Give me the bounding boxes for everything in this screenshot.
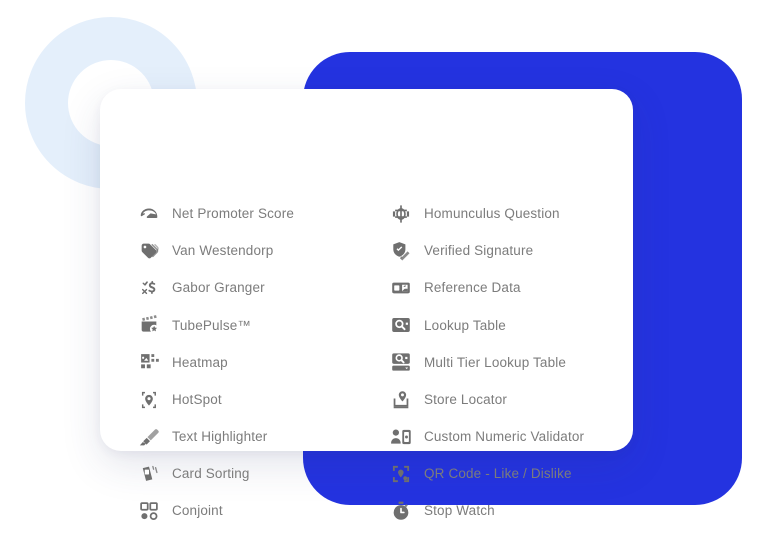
menu-column-right: Homunculus Question Verified Signature Ref… [390, 89, 620, 520]
menu-item-label: Gabor Granger [172, 280, 265, 296]
homunculus-icon [390, 203, 412, 225]
menu-item-heatmap[interactable]: Heatmap [138, 349, 228, 375]
speedometer-icon [138, 203, 160, 225]
store-locator-icon [390, 389, 412, 411]
menu-item-label: Verified Signature [424, 243, 534, 259]
stopwatch-icon [390, 500, 412, 522]
menu-item-reference-data[interactable]: Reference Data [390, 275, 521, 301]
menu-item-tubepulse[interactable]: TubePulse™ [138, 312, 251, 338]
menu-item-label: Net Promoter Score [172, 206, 294, 222]
numeric-validator-icon [390, 426, 412, 448]
menu-item-stop-watch[interactable]: Stop Watch [390, 498, 495, 524]
lookup-table-icon [390, 314, 412, 336]
menu-item-label: Lookup Table [424, 317, 506, 333]
menu-item-label: Conjoint [172, 503, 223, 519]
heatmap-grid-icon [138, 351, 160, 373]
hotspot-pin-icon [138, 389, 160, 411]
question-types-card: Net Promoter Score Van Westendorp Gabor Gr… [100, 89, 633, 520]
menu-item-label: Heatmap [172, 354, 228, 370]
dollar-checkmark-icon [138, 277, 160, 299]
menu-item-text-highlighter[interactable]: Text Highlighter [138, 424, 267, 450]
price-tags-icon [138, 240, 160, 262]
menu-item-label: Homunculus Question [424, 206, 560, 222]
verified-signature-icon [390, 240, 412, 262]
reference-data-icon [390, 277, 412, 299]
menu-item-label: Multi Tier Lookup Table [424, 354, 567, 370]
menu-item-multi-tier-lookup-table[interactable]: Multi Tier Lookup Table [390, 349, 566, 375]
menu-item-store-locator[interactable]: Store Locator [390, 387, 507, 413]
menu-item-label: QR Code - Like / Dislike [424, 465, 572, 481]
conjoint-squares-icon [138, 500, 160, 522]
menu-item-label: TubePulse™ [172, 317, 252, 333]
video-star-icon [138, 314, 160, 336]
card-stack-icon [138, 463, 160, 485]
menu-item-homunculus-question[interactable]: Homunculus Question [390, 201, 560, 227]
menu-item-label: Reference Data [424, 280, 521, 296]
menu-item-gabor-granger[interactable]: Gabor Granger [138, 275, 265, 301]
menu-item-net-promoter-score[interactable]: Net Promoter Score [138, 201, 294, 227]
menu-item-label: Custom Numeric Validator [424, 428, 585, 444]
menu-item-conjoint[interactable]: Conjoint [138, 498, 223, 524]
menu-item-custom-numeric-validator[interactable]: Custom Numeric Validator [390, 424, 584, 450]
menu-item-hotspot[interactable]: HotSpot [138, 387, 222, 413]
menu-item-lookup-table[interactable]: Lookup Table [390, 312, 506, 338]
menu-item-van-westendorp[interactable]: Van Westendorp [138, 238, 273, 264]
menu-item-label: Stop Watch [424, 503, 495, 519]
menu-item-verified-signature[interactable]: Verified Signature [390, 238, 533, 264]
highlighter-pen-icon [138, 426, 160, 448]
qr-code-icon [390, 463, 412, 485]
menu-item-label: Card Sorting [172, 465, 250, 481]
menu-item-label: Text Highlighter [172, 428, 268, 444]
menu-item-label: HotSpot [172, 391, 222, 407]
menu-item-label: Van Westendorp [172, 243, 274, 259]
menu-item-label: Store Locator [424, 391, 507, 407]
card-columns: Net Promoter Score Van Westendorp Gabor Gr… [100, 89, 633, 520]
multi-tier-lookup-icon [390, 351, 412, 373]
screenshot-stage: Net Promoter Score Van Westendorp Gabor Gr… [0, 0, 768, 536]
menu-item-qr-code-like-dislike[interactable]: QR Code - Like / Dislike [390, 461, 572, 487]
menu-column-left: Net Promoter Score Van Westendorp Gabor Gr… [138, 89, 390, 520]
menu-item-card-sorting[interactable]: Card Sorting [138, 461, 250, 487]
